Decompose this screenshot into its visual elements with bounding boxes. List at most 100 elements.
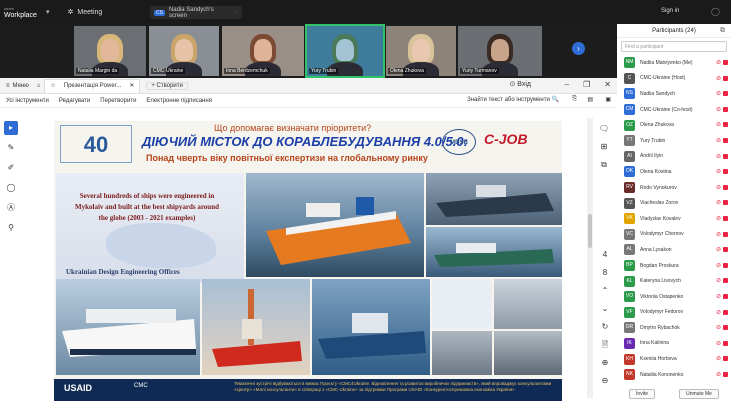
mdsb-logo: MDSB	[442, 129, 476, 155]
meeting-menu[interactable]: ✲ Meeting	[68, 8, 103, 17]
scrollbar-thumb[interactable]	[588, 214, 592, 248]
star-icon[interactable]: ☆	[50, 80, 55, 93]
participant-row[interactable]: VO Viktoriia Ostapenko ⊘	[617, 289, 731, 305]
participant-status: ⊘	[716, 355, 728, 362]
participant-status: ⊘	[716, 199, 728, 206]
participant-name: Vladyslav Kovalev	[640, 215, 681, 222]
participant-row[interactable]: OK Olena Kostina ⊘	[617, 164, 731, 180]
camera-off-icon	[723, 262, 728, 268]
menu-item[interactable]: Усі інструменти	[6, 98, 49, 104]
anniversary-logo: 40	[60, 125, 132, 163]
popout-icon[interactable]: ⧉	[720, 27, 725, 35]
video-tile[interactable]: CMC-Ukraine	[149, 26, 219, 76]
participant-row[interactable]: AL Anna Lysakon ⊘	[617, 242, 731, 258]
signin-button[interactable]: Sign in	[661, 8, 679, 14]
menu-item[interactable]: Перетворити	[100, 98, 136, 104]
next-page-button[interactable]: ›	[572, 42, 585, 55]
video-tile[interactable]: Yury Trubin	[305, 24, 385, 78]
lasso-tool-icon[interactable]: ◯	[4, 181, 18, 195]
menu-item[interactable]: Редагувати	[59, 98, 90, 104]
copy-icon[interactable]: ⎘	[572, 96, 577, 103]
find-tools-button[interactable]: Знайти текст або інструменти 🔍	[467, 96, 559, 103]
signin-app-button[interactable]: ⊙ Вхід	[509, 80, 531, 88]
participant-row[interactable]: CM CMC-Ukraine (Co-host) ⊘	[617, 102, 731, 118]
participant-row[interactable]: VK Vladyslav Kovalev ⊘	[617, 211, 731, 227]
patrol-ship-illustration	[318, 313, 426, 359]
participant-row[interactable]: OZ Olena Zhukova ⊘	[617, 117, 731, 133]
chevron-up-icon[interactable]: ⌃	[597, 282, 613, 300]
avatar: NK	[624, 369, 635, 381]
participant-row[interactable]: DR Dmytro Rybachok ⊘	[617, 320, 731, 336]
participant-row[interactable]: KH Kseniia Horbova ⊘	[617, 351, 731, 367]
close-window-icon[interactable]: ✕	[604, 80, 611, 89]
avatar: BP	[624, 260, 635, 272]
camera-off-icon	[723, 184, 728, 190]
zoom-out-icon[interactable]: ⊖	[597, 372, 613, 390]
participant-name: Olena Kostina	[640, 168, 672, 175]
sharing-indicator[interactable]: CS Nadia Sandych's screen ◌	[150, 6, 242, 19]
menu-button[interactable]: Меню	[13, 83, 29, 89]
invite-button[interactable]: Invite	[629, 389, 655, 399]
participant-row[interactable]: VF Volodymyr Fedorov ⊘	[617, 305, 731, 321]
settings-icon[interactable]: ▤	[587, 96, 593, 103]
mic-muted-icon: ⊘	[715, 293, 721, 300]
home-icon[interactable]: ⌂	[37, 83, 41, 89]
camera-off-icon	[723, 247, 728, 253]
draw-tool-icon[interactable]: ✐	[4, 161, 18, 175]
participant-row[interactable]: IK Inna Kalinina ⊘	[617, 336, 731, 352]
select-tool-icon[interactable]: ▸	[4, 121, 18, 135]
camera-off-icon	[723, 309, 728, 315]
video-tile-name: Olena Zhukova	[388, 68, 426, 74]
zoom-in-icon[interactable]: ⊕	[597, 354, 613, 372]
chevron-down-icon[interactable]: ▾	[46, 8, 50, 16]
unmute-button[interactable]: Unmute Me	[679, 389, 719, 399]
stamp-tool-icon[interactable]: ⚲	[4, 221, 18, 235]
video-tile[interactable]: Natalia Margin da	[74, 26, 146, 76]
participant-row[interactable]: YT Yury Trubin ⊘	[617, 133, 731, 149]
participant-row[interactable]: C CMC-Ukraine (Host) ⊘	[617, 71, 731, 87]
close-tab-icon[interactable]: ✕	[129, 80, 134, 93]
comment-panel-icon[interactable]: 🗨	[597, 122, 611, 136]
bookmark-icon[interactable]: ⊞	[597, 140, 611, 154]
camera-off-icon	[723, 75, 728, 81]
video-tile[interactable]: Yuriy Turmanov	[458, 26, 542, 76]
participant-face	[491, 39, 509, 61]
menu-item[interactable]: Електронне підписання	[146, 98, 211, 104]
minimize-icon[interactable]: –	[565, 80, 569, 89]
more-icon[interactable]: ◯	[711, 7, 720, 16]
participant-row[interactable]: VC Volodymyr Chernov ⊘	[617, 227, 731, 243]
participant-row[interactable]: RV Rodo Vynokurov ⊘	[617, 180, 731, 196]
text-tool-icon[interactable]: Ⓐ	[4, 201, 18, 215]
participant-row[interactable]: BP Bogdan Proskura ⊘	[617, 258, 731, 274]
video-tile[interactable]: Inna Berdzemchuk	[222, 26, 304, 76]
document-tab[interactable]: ☆ Презентація Power... ✕	[44, 78, 141, 93]
participant-name: Nataliia Kononenko	[640, 371, 684, 378]
participant-row[interactable]: KL Kateryna Lisovych ⊘	[617, 273, 731, 289]
participant-status: ⊘	[716, 168, 728, 175]
tab-title: Презентація Power...	[63, 82, 122, 89]
camera-off-icon	[723, 91, 728, 97]
participant-search-input[interactable]: Find a participant	[621, 41, 727, 52]
spec-sheet-photo	[432, 279, 492, 329]
participant-row[interactable]: NK Nataliia Kononenko ⊘	[617, 367, 731, 383]
chevron-down-icon[interactable]: ⌄	[597, 300, 613, 318]
save-icon[interactable]: 🗎	[597, 336, 613, 354]
restore-icon[interactable]: ❐	[583, 80, 590, 89]
camera-off-icon	[723, 340, 728, 346]
refresh-icon[interactable]: ↻	[597, 318, 613, 336]
participant-row[interactable]: NM Nadiia Matviyenko (Me) ⊘	[617, 55, 731, 71]
new-tab-button[interactable]: + Створити	[146, 81, 188, 90]
pages-icon[interactable]: ⧉	[597, 158, 611, 172]
participant-row[interactable]: VZ Viacheslav Zorov ⊘	[617, 195, 731, 211]
video-tile[interactable]: Olena Zhukova	[386, 26, 456, 76]
avatar: VF	[624, 306, 635, 318]
participant-name: Nadiia Matviyenko (Me)	[640, 59, 693, 66]
participant-row[interactable]: NS Nadiia Sandych ⊘	[617, 86, 731, 102]
participant-row[interactable]: AI Andrii Ilyin ⊘	[617, 149, 731, 165]
avatar: NM	[624, 57, 635, 69]
print-icon[interactable]: ▣	[605, 96, 611, 103]
camera-off-icon	[723, 356, 728, 362]
vertical-scrollbar[interactable]	[587, 118, 593, 398]
comment-tool-icon[interactable]: ✎	[4, 141, 18, 155]
hamburger-icon[interactable]: ≡	[6, 83, 10, 89]
